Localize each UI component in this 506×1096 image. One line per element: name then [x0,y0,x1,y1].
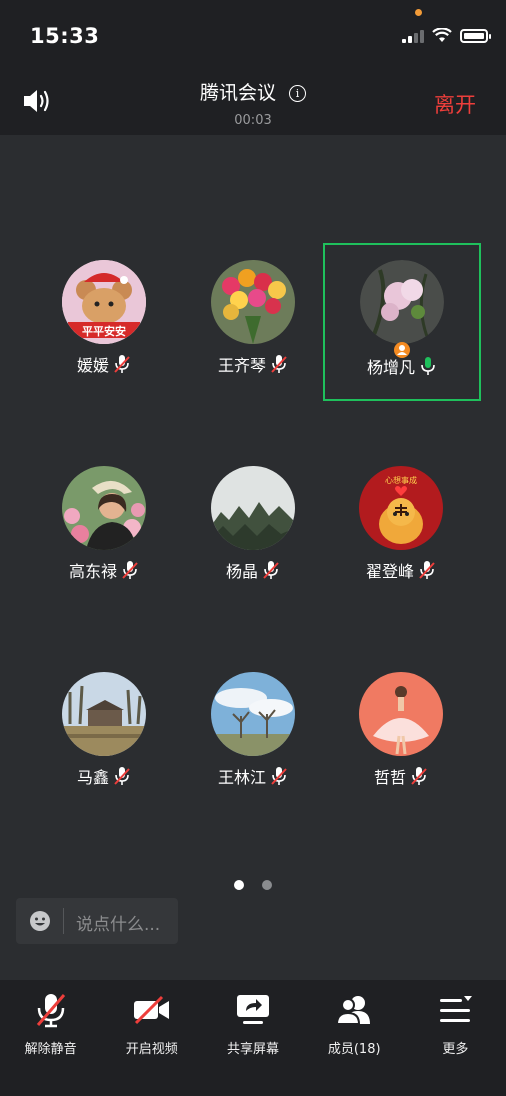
chat-divider [63,908,64,934]
participant-avatar [62,466,146,550]
participant-tile[interactable]: 杨晶 [179,466,327,614]
participant-name: 翟登峰 [365,562,414,581]
battery-icon [460,28,491,43]
signal-icon [402,29,424,43]
host-badge-icon [394,342,410,358]
participant-avatar [62,672,146,756]
meeting-header: 腾讯会议 i 00:03 离开 [0,70,506,135]
participant-tile[interactable]: 王林江 [179,672,327,820]
status-icons [402,28,491,43]
leave-button[interactable]: 离开 [434,89,476,119]
video-off-icon [133,995,169,1025]
page-dot-current[interactable] [234,880,245,890]
mic-muted-icon [114,355,130,373]
more-menu-icon [440,996,473,1022]
participant-avatar: 心想事成 [359,466,443,550]
share-screen-icon [237,995,269,1024]
avatar-badge-text: 心想事成 [385,476,417,485]
bottom-toolbar: 解除静音 开启视频 共享屏幕 成员(18) 更多 [0,980,506,1096]
participant-tile[interactable]: 心想事成 翟登峰 [327,466,475,614]
share-screen-label: 共享屏幕 [227,1042,280,1057]
chat-placeholder: 说点什么... [76,915,161,935]
participant-name: 高东禄 [68,562,117,581]
participant-avatar [360,260,444,358]
privacy-indicator-dot [415,9,422,16]
page-dot[interactable] [261,880,272,890]
participant-tile[interactable]: 王齐琴 [179,260,327,408]
mic-muted-icon [271,767,287,785]
participant-avatar [211,466,295,550]
participant-name: 杨晶 [225,562,258,581]
mic-muted-icon [419,561,435,579]
mic-muted-icon [114,767,130,785]
participant-avatar [359,672,443,756]
chat-input[interactable]: 说点什么... [16,898,178,944]
mic-active-icon [421,357,435,375]
unmute-label: 解除静音 [24,1042,77,1057]
participant-avatar: 平平安安 [62,260,146,344]
members-label: 成员(18) [327,1042,381,1057]
participant-name: 王林江 [217,768,266,787]
mic-muted-icon [263,561,279,579]
meeting-title-area: 腾讯会议 i 00:03 [0,78,506,128]
participant-tile[interactable]: 平平安安 媛媛 [30,260,178,408]
members-button[interactable]: 成员(18) [304,980,405,1096]
status-time: 15:33 [30,24,100,48]
mic-muted-icon [271,355,287,373]
participant-tile[interactable]: 马鑫 [30,672,178,820]
share-screen-button[interactable]: 共享屏幕 [202,980,303,1096]
participant-avatar [211,672,295,756]
info-icon[interactable]: i [289,85,307,102]
start-video-label: 开启视频 [125,1042,178,1057]
members-icon [336,996,371,1025]
status-bar: 15:33 [0,0,506,70]
participant-name: 王齐琴 [217,356,266,375]
start-video-button[interactable]: 开启视频 [101,980,202,1096]
participant-grid: 平平安安 媛媛 王齐琴 杨增凡 高东禄 杨晶 心想事成 翟登峰 马鑫 王林江 哲… [0,135,506,835]
wifi-icon [432,28,452,42]
mic-muted-icon [36,994,65,1028]
participant-tile[interactable]: 哲哲 [327,672,475,820]
more-button[interactable]: 更多 [405,980,506,1096]
mic-muted-icon [411,767,427,785]
participant-name: 马鑫 [76,768,109,787]
avatar-badge-text: 平平安安 [82,325,126,338]
participant-name: 哲哲 [373,768,406,787]
participant-tile-active-speaker[interactable]: 杨增凡 [323,243,481,401]
mic-muted-icon [122,561,138,579]
participant-tile[interactable]: 高东禄 [30,466,178,614]
meeting-duration: 00:03 [234,113,272,128]
participant-avatar [211,260,295,344]
unmute-button[interactable]: 解除静音 [0,980,101,1096]
more-label: 更多 [442,1042,469,1057]
participant-name: 媛媛 [76,356,109,375]
page-indicator[interactable] [0,875,506,894]
emoji-icon[interactable] [29,910,51,932]
meeting-title: 腾讯会议 [199,82,276,104]
